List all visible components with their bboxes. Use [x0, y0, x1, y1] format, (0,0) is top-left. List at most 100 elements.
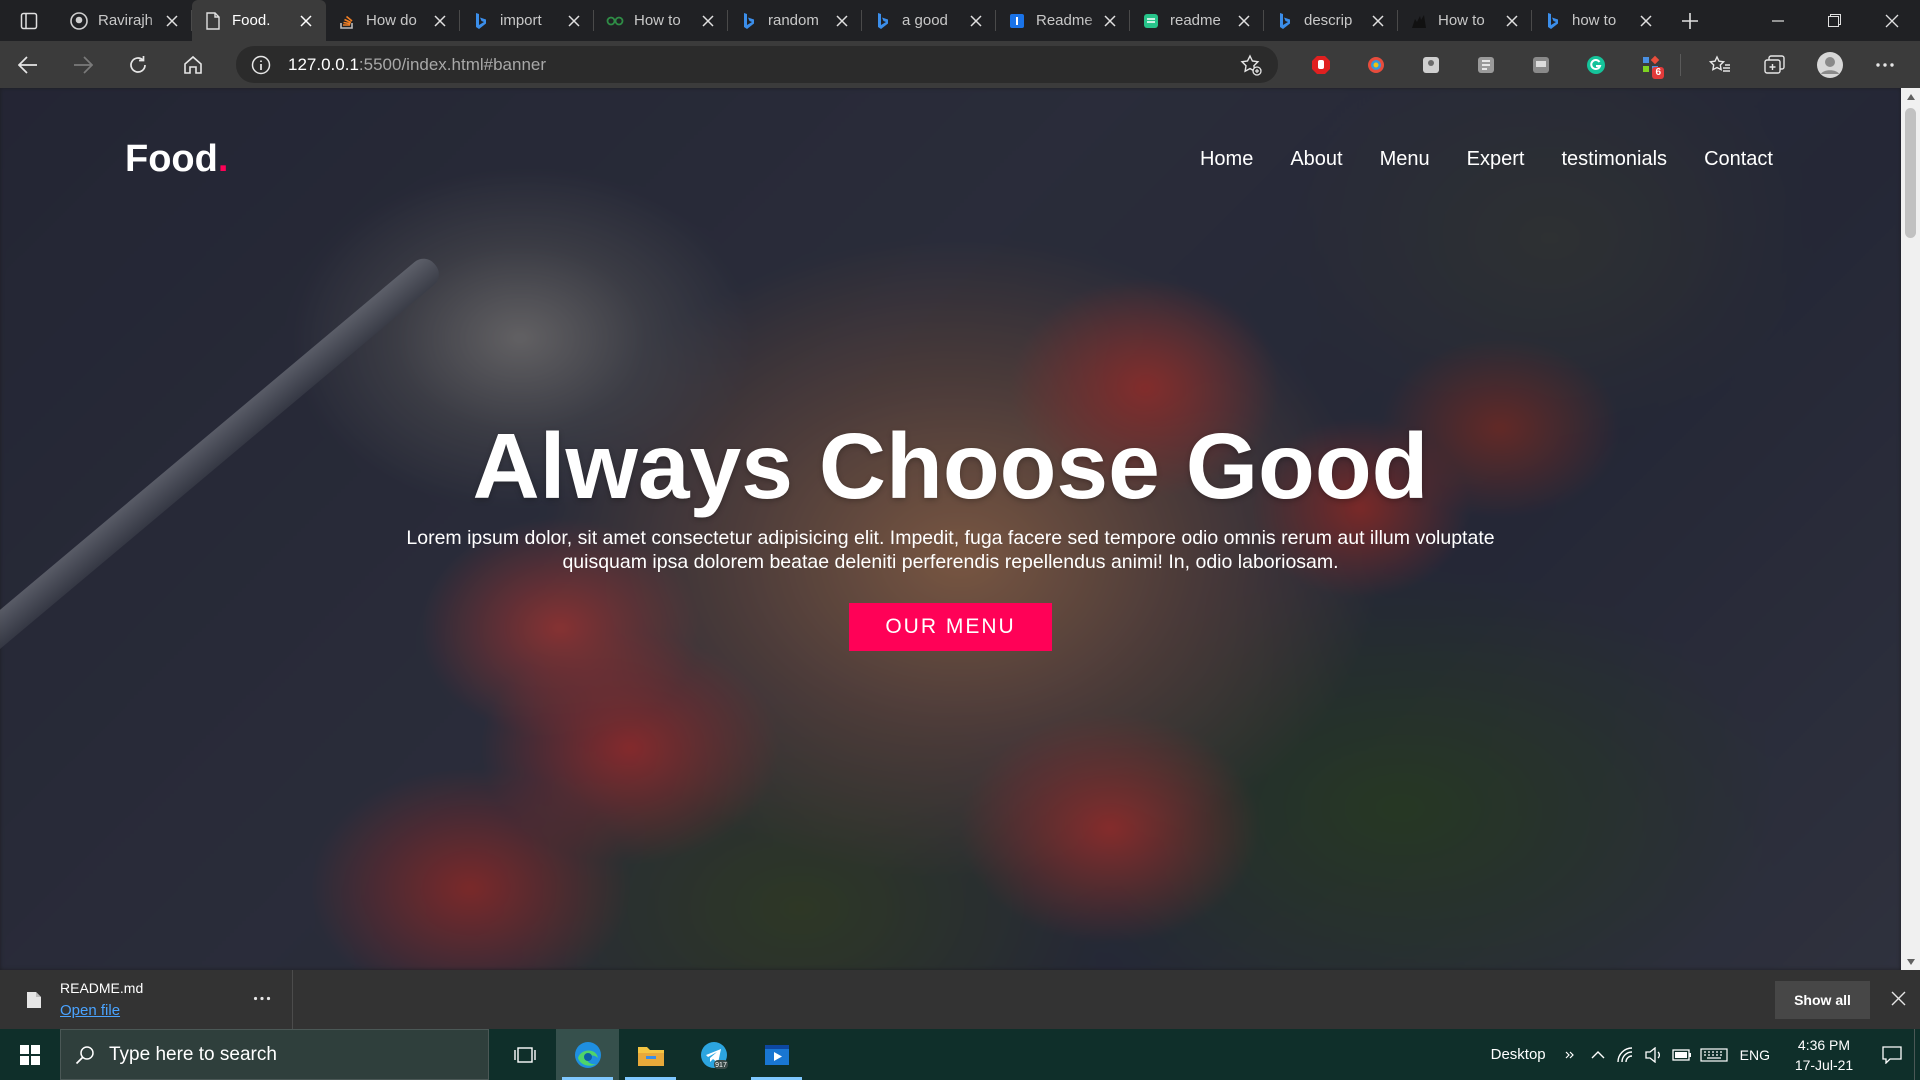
tab-food[interactable]: Food. — [192, 0, 326, 41]
clock[interactable]: 4:36 PM 17-Jul-21 — [1784, 1035, 1864, 1075]
scrollbar-thumb[interactable] — [1905, 108, 1916, 238]
readme-icon — [1008, 12, 1026, 30]
nav-link-home[interactable]: Home — [1200, 148, 1253, 171]
browser-tabstrip: Ravirajh Food. How do import How to rand… — [0, 0, 1920, 41]
tab-github[interactable]: Ravirajh — [58, 0, 192, 41]
close-tab-icon[interactable] — [1504, 13, 1520, 29]
close-tab-icon[interactable] — [700, 13, 716, 29]
taskbar-search-box[interactable]: Type here to search — [60, 1029, 489, 1080]
forward-button[interactable] — [55, 41, 110, 88]
profile-button[interactable] — [1802, 41, 1857, 88]
battery-icon[interactable] — [1668, 1029, 1696, 1080]
nav-link-contact[interactable]: Contact — [1704, 148, 1773, 171]
address-bar[interactable]: 127.0.0.1:5500/index.html#banner — [236, 46, 1278, 83]
tab-bing-howto[interactable]: how to — [1532, 0, 1666, 41]
nav-link-about[interactable]: About — [1290, 148, 1342, 171]
close-tab-icon[interactable] — [298, 13, 314, 29]
tab-title: import — [500, 12, 542, 29]
tab-title: How to — [1438, 12, 1485, 29]
download-item[interactable]: README.md Open file — [0, 970, 293, 1029]
tab-readme[interactable]: Readme — [996, 0, 1130, 41]
refresh-button[interactable] — [110, 41, 165, 88]
volume-icon[interactable] — [1640, 1029, 1668, 1080]
close-tab-icon[interactable] — [566, 13, 582, 29]
back-button[interactable] — [0, 41, 55, 88]
extension-grey-1[interactable] — [1403, 41, 1458, 88]
settings-more-button[interactable] — [1857, 41, 1912, 88]
taskbar-telegram[interactable]: 917 — [682, 1029, 745, 1080]
minimize-button[interactable] — [1749, 0, 1806, 41]
collections-icon — [1763, 54, 1785, 74]
favorites-button[interactable] — [1692, 41, 1747, 88]
notification-center-button[interactable] — [1870, 1029, 1914, 1080]
tab-bing-agood[interactable]: a good — [862, 0, 996, 41]
site-header: Food. Home About Menu Expert testimonial… — [0, 88, 1901, 198]
nav-link-expert[interactable]: Expert — [1467, 148, 1525, 171]
show-desktop-button[interactable] — [1914, 1029, 1920, 1080]
close-tab-icon[interactable] — [834, 13, 850, 29]
close-tab-icon[interactable] — [432, 13, 448, 29]
close-window-button[interactable] — [1863, 0, 1920, 41]
nav-link-testimonials[interactable]: testimonials — [1561, 148, 1667, 171]
close-tab-icon[interactable] — [164, 13, 180, 29]
close-download-bar-button[interactable] — [1888, 988, 1908, 1008]
tab-geeks[interactable]: How to — [594, 0, 728, 41]
download-file-name: README.md — [60, 980, 144, 996]
extension-grey-3[interactable] — [1513, 41, 1568, 88]
document-extension-icon — [1477, 56, 1494, 73]
taskbar-edge[interactable] — [556, 1029, 619, 1080]
language-indicator[interactable]: ENG — [1740, 1047, 1770, 1063]
tab-actions-button[interactable] — [0, 0, 58, 41]
close-tab-icon[interactable] — [1638, 13, 1654, 29]
home-button[interactable] — [165, 41, 220, 88]
tab-bing-descrip[interactable]: descrip — [1264, 0, 1398, 41]
task-view-button[interactable] — [493, 1029, 556, 1080]
close-tab-icon[interactable] — [1102, 13, 1118, 29]
keyboard-icon[interactable] — [1696, 1029, 1732, 1080]
taskbar-file-explorer[interactable] — [619, 1029, 682, 1080]
new-tab-button[interactable] — [1666, 0, 1714, 41]
restore-button[interactable] — [1806, 0, 1863, 41]
extension-apps[interactable]: 6 — [1623, 41, 1678, 88]
close-tab-icon[interactable] — [1370, 13, 1386, 29]
close-tab-icon[interactable] — [968, 13, 984, 29]
scroll-down-icon[interactable] — [1901, 953, 1920, 970]
wifi-icon[interactable] — [1612, 1029, 1640, 1080]
close-tab-icon[interactable] — [1236, 13, 1252, 29]
our-menu-button[interactable]: OUR MENU — [849, 602, 1052, 651]
chevron-right-double-icon[interactable] — [1556, 1029, 1584, 1080]
extension-grammarly[interactable] — [1568, 41, 1623, 88]
start-button[interactable] — [0, 1029, 60, 1080]
open-file-link[interactable]: Open file — [60, 1002, 143, 1019]
restore-icon — [1828, 14, 1841, 27]
nav-link-menu[interactable]: Menu — [1380, 148, 1430, 171]
info-icon[interactable] — [250, 54, 272, 76]
extension-adblock[interactable] — [1293, 41, 1348, 88]
extension-badge: 6 — [1652, 67, 1664, 79]
tab-bing-import[interactable]: import — [460, 0, 594, 41]
tab-bing-random[interactable]: random — [728, 0, 862, 41]
chevron-up-icon[interactable] — [1584, 1029, 1612, 1080]
download-more-button[interactable] — [252, 988, 272, 1008]
scroll-up-icon[interactable] — [1901, 88, 1920, 105]
page-scrollbar[interactable] — [1901, 88, 1920, 970]
toolbar-right — [1692, 41, 1912, 88]
extension-colorful[interactable] — [1348, 41, 1403, 88]
tab-title: Food. — [232, 12, 271, 29]
desktop-toolbar-label[interactable]: Desktop — [1491, 1046, 1546, 1063]
page-icon — [204, 11, 222, 30]
taskbar-vscode[interactable] — [745, 1029, 808, 1080]
show-all-downloads-button[interactable]: Show all — [1775, 981, 1870, 1019]
browser-toolbar: 127.0.0.1:5500/index.html#banner 6 — [0, 41, 1920, 88]
tab-stackoverflow[interactable]: How do — [326, 0, 460, 41]
more-horizontal-icon — [253, 996, 271, 1000]
clock-date: 17-Jul-21 — [1794, 1056, 1854, 1073]
add-favorite-icon[interactable] — [1240, 54, 1262, 76]
tab-title: How to — [634, 12, 681, 29]
collections-button[interactable] — [1747, 41, 1802, 88]
tab-readme-editor[interactable]: readme — [1130, 0, 1264, 41]
extension-grey-2[interactable] — [1458, 41, 1513, 88]
tab-howto-cat[interactable]: How to — [1398, 0, 1532, 41]
site-logo[interactable]: Food. — [125, 138, 228, 181]
file-icon — [27, 991, 41, 1008]
